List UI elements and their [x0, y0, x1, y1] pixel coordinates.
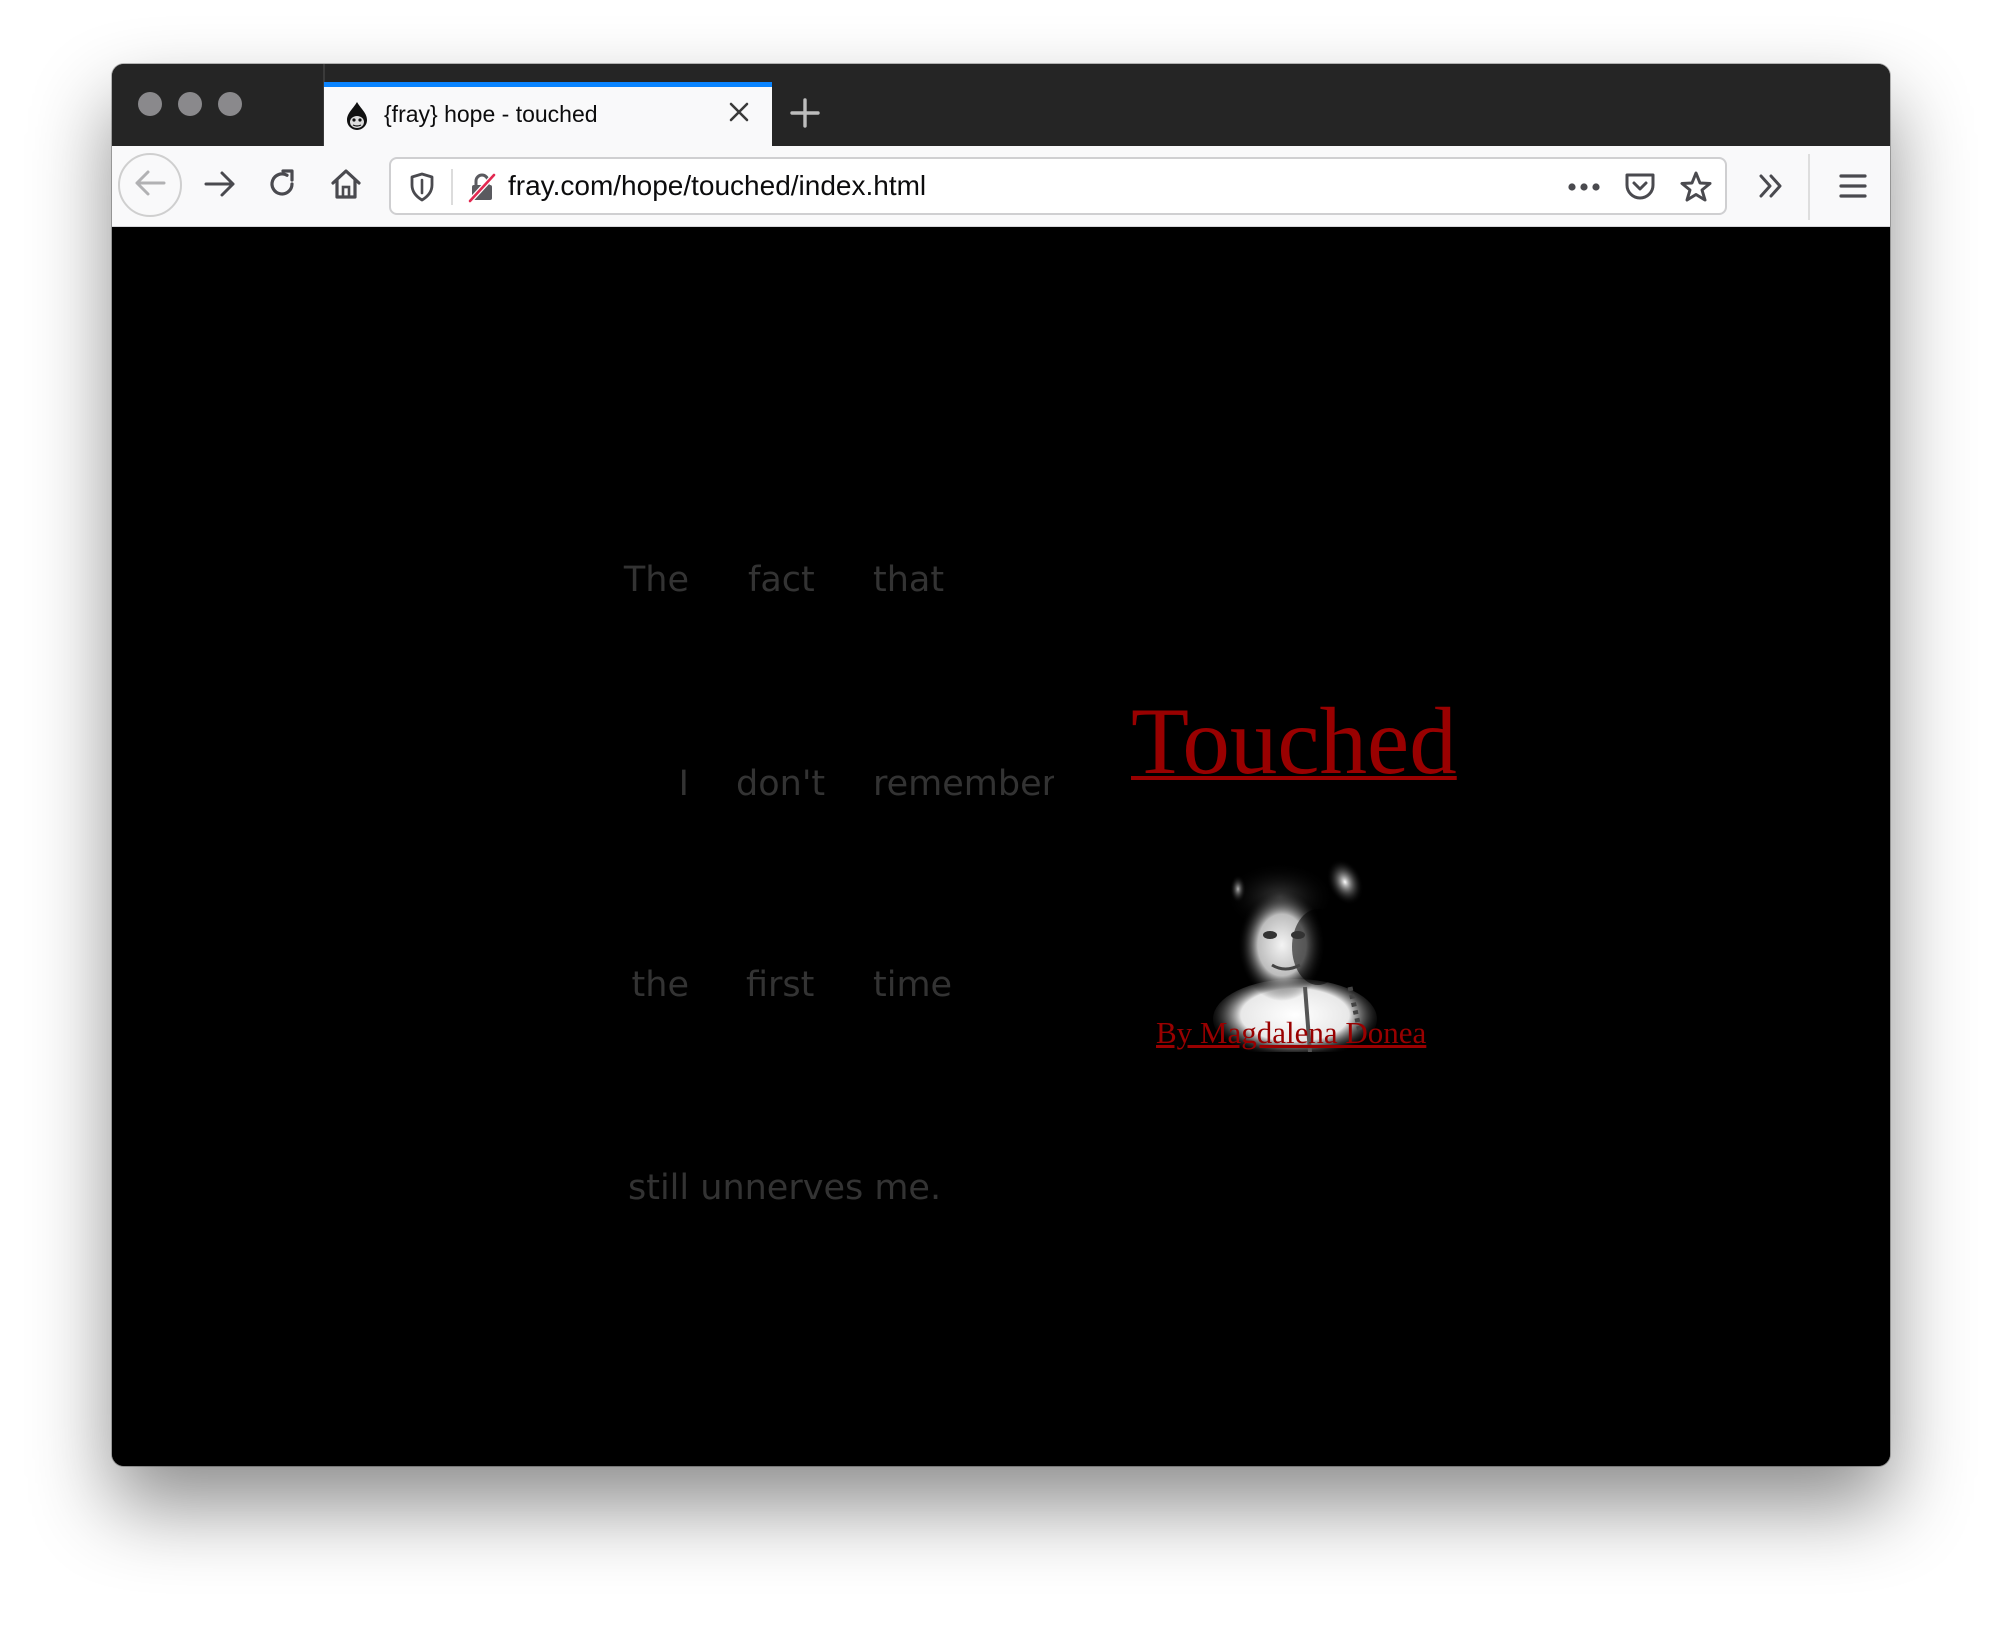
url-bar-divider	[451, 169, 453, 205]
browser-window: {fray} hope - touched fray.com/hope/touc…	[112, 64, 1890, 1466]
poem-word: time	[873, 965, 953, 1005]
reload-button[interactable]	[262, 167, 302, 205]
page-content: The fact that I don't remember the first…	[112, 227, 1890, 1466]
zoom-window-button[interactable]	[218, 92, 242, 116]
home-button[interactable]	[326, 166, 366, 206]
url-bar[interactable]: fray.com/hope/touched/index.html	[389, 157, 1727, 215]
new-tab-button[interactable]	[787, 95, 823, 131]
back-button[interactable]	[118, 153, 182, 217]
nav-toolbar: fray.com/hope/touched/index.html	[112, 146, 1890, 227]
tab-bar: {fray} hope - touched	[112, 64, 1890, 146]
byline-link[interactable]: By Magdalena Donea	[1156, 1017, 1426, 1048]
ellipsis-icon[interactable]	[1564, 169, 1604, 205]
hamburger-menu-icon[interactable]	[1834, 168, 1872, 204]
title-link[interactable]: Touched	[1131, 694, 1457, 789]
poem-word: fact	[748, 560, 815, 600]
home-icon	[329, 167, 363, 206]
tab-active[interactable]: {fray} hope - touched	[324, 82, 772, 146]
close-window-button[interactable]	[138, 92, 162, 116]
poem-column-clip: remember	[873, 763, 1054, 813]
poem-word: I	[678, 764, 689, 804]
close-tab-icon[interactable]	[724, 97, 754, 127]
insecure-lock-icon[interactable]	[465, 169, 499, 205]
forward-button[interactable]	[200, 168, 240, 204]
poem-last-line: still unnerves me.	[628, 1168, 942, 1208]
poem-word: first	[746, 965, 815, 1005]
fray-flame-face-icon	[344, 101, 370, 131]
reload-icon	[265, 167, 299, 206]
minimize-window-button[interactable]	[178, 92, 202, 116]
poem-word: don't	[736, 764, 826, 804]
star-icon[interactable]	[1677, 168, 1715, 206]
toolbar-separator	[1808, 154, 1810, 220]
back-arrow-icon	[133, 168, 167, 203]
poem-word: that	[873, 560, 945, 600]
poem-word: remember	[873, 764, 1054, 804]
forward-arrow-icon	[203, 169, 237, 204]
poem-word: the	[631, 965, 689, 1005]
poem-word: The	[623, 560, 689, 600]
double-chevron-icon[interactable]	[1752, 168, 1790, 204]
tab-title: {fray} hope - touched	[384, 101, 598, 127]
pocket-icon[interactable]	[1621, 169, 1659, 205]
shield-icon[interactable]	[405, 169, 439, 205]
url-text[interactable]: fray.com/hope/touched/index.html	[508, 170, 926, 202]
